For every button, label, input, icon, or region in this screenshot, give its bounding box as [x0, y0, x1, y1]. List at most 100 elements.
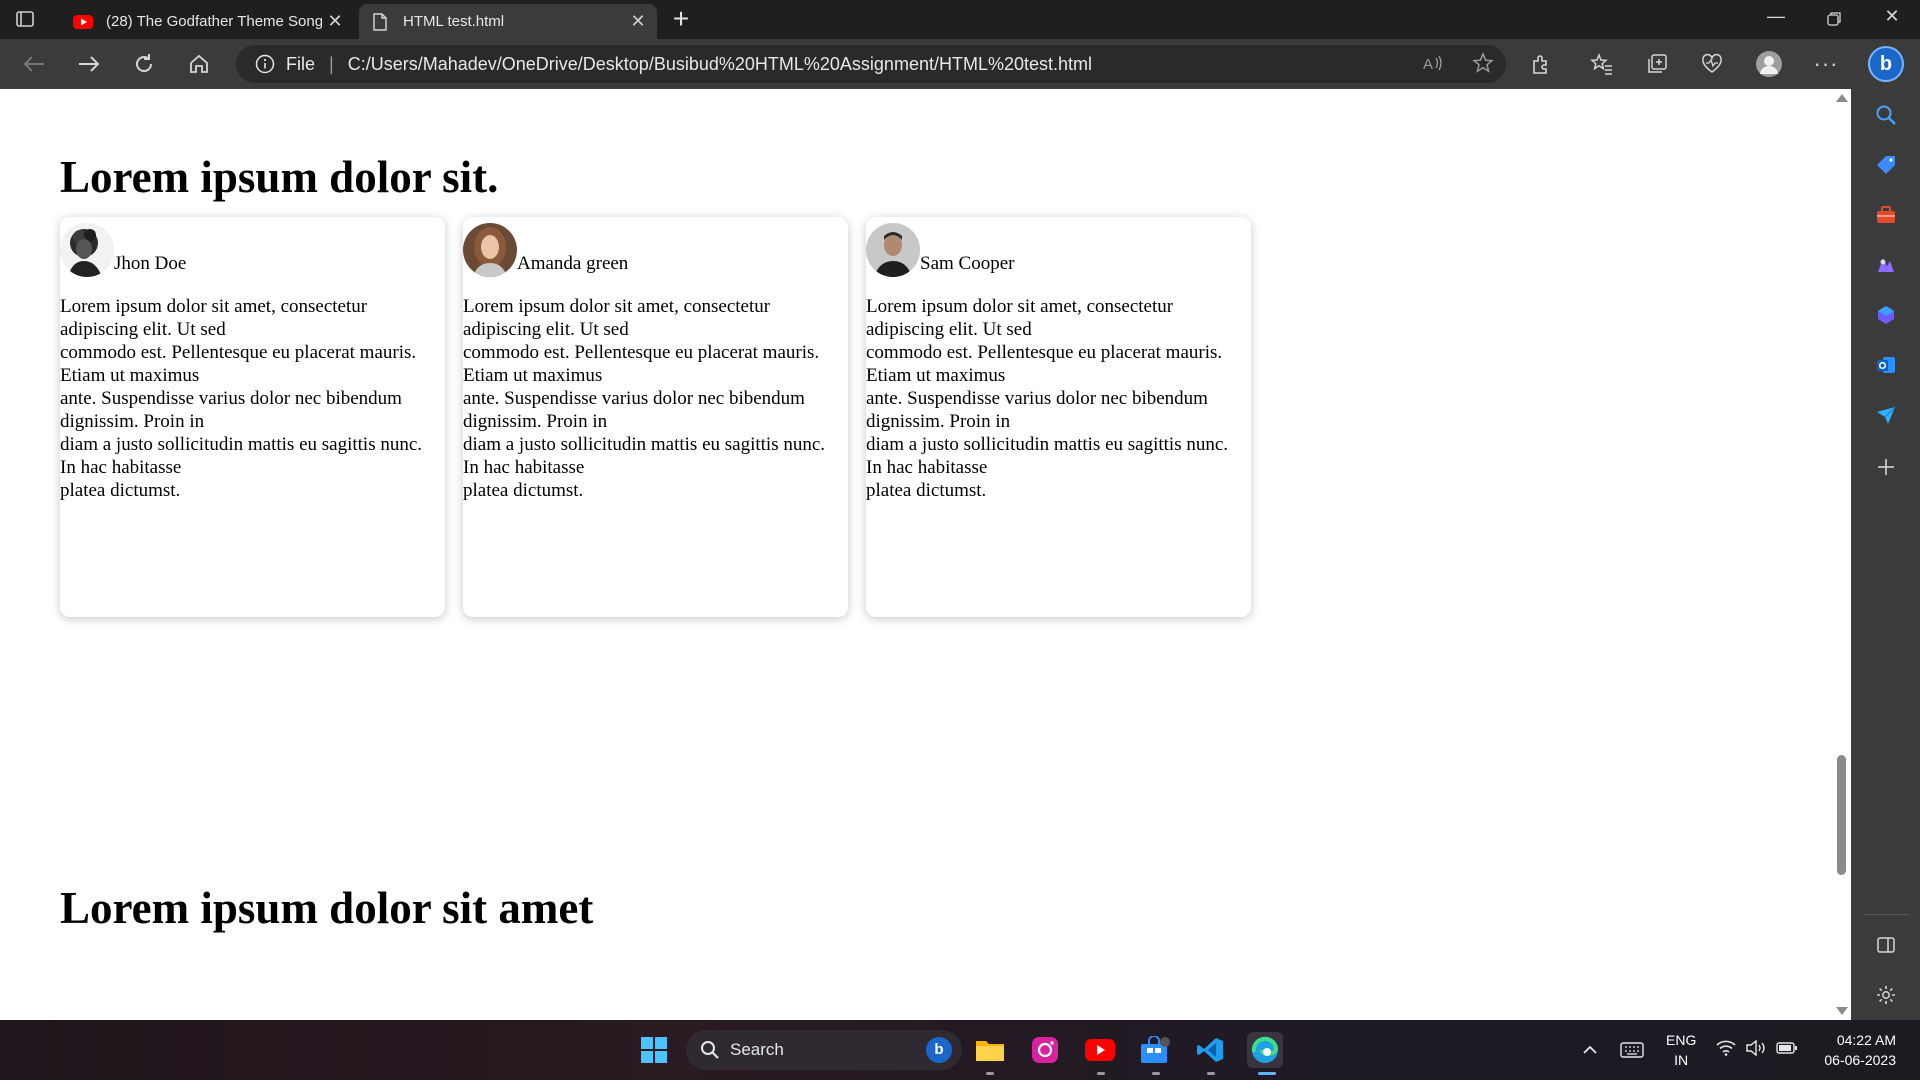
card-name: Sam Cooper: [920, 253, 1015, 274]
windows-start-icon[interactable]: [636, 1032, 672, 1068]
battery-icon: [1776, 1041, 1798, 1060]
profile-card: Sam Cooper Lorem ipsum dolor sit amet, c…: [866, 217, 1251, 617]
card-text-line: Etiam ut maximus: [866, 365, 1006, 386]
card-text-line: dignissim. Proin in: [463, 411, 608, 432]
tab-html-test[interactable]: HTML test.html ✕: [359, 4, 657, 39]
read-aloud-icon[interactable]: A: [1422, 52, 1444, 79]
microsoft-store-icon[interactable]: [1137, 1032, 1173, 1068]
favorites-icon[interactable]: [1586, 49, 1618, 79]
profile-avatar[interactable]: [1753, 49, 1785, 79]
collections-icon[interactable]: [1641, 49, 1673, 79]
file-explorer-icon[interactable]: [972, 1032, 1008, 1068]
running-indicator: [986, 1072, 994, 1075]
card-text-line: Lorem ipsum dolor sit amet, consectetur: [60, 296, 368, 317]
address-bar-actions: A: [1422, 52, 1494, 79]
card-body: Lorem ipsum dolor sit amet, consectetur …: [463, 295, 848, 502]
card-text-line: diam a justo sollicitudin mattis eu sagi…: [866, 434, 1229, 455]
outlook-icon[interactable]: [1873, 352, 1899, 378]
show-hidden-icons-chevron-icon[interactable]: [1582, 1020, 1598, 1080]
send-icon[interactable]: [1873, 402, 1899, 428]
tools-icon[interactable]: [1873, 202, 1899, 228]
bing-icon[interactable]: b: [926, 1037, 952, 1063]
card-text-line: diam a justo sollicitudin mattis eu sagi…: [60, 434, 423, 455]
profile-card: Amanda green Lorem ipsum dolor sit amet,…: [463, 217, 848, 617]
system-clock[interactable]: 04:22 AM 06-06-2023: [1824, 1030, 1896, 1070]
tab-youtube[interactable]: (28) The Godfather Theme Song ✕: [62, 4, 354, 39]
volume-icon: [1746, 1039, 1766, 1061]
wifi-icon: [1716, 1040, 1736, 1061]
card-text-line: Lorem ipsum dolor sit amet, consectetur: [866, 296, 1174, 317]
shopping-tag-icon[interactable]: [1873, 152, 1899, 178]
scheme-label: File: [286, 53, 316, 74]
hide-sidebar-icon[interactable]: [1873, 932, 1899, 958]
card-text-line: platea dictumst.: [463, 480, 584, 501]
restore-button[interactable]: [1814, 6, 1854, 34]
card-text-line: commodo est. Pellentesque eu placerat ma…: [60, 342, 417, 363]
minimize-button[interactable]: —: [1756, 6, 1796, 34]
running-indicator: [1097, 1072, 1105, 1075]
settings-gear-icon[interactable]: [1873, 982, 1899, 1008]
card-text-line: ante. Suspendisse varius dolor nec biben…: [866, 388, 1208, 409]
card-text-line: platea dictumst.: [866, 480, 987, 501]
search-icon[interactable]: [1873, 102, 1899, 128]
page-heading-2: Lorem ipsum dolor sit amet: [60, 883, 594, 933]
info-icon[interactable]: [254, 53, 276, 75]
taskbar-search-box[interactable]: Search b: [686, 1030, 962, 1070]
card-text-line: dignissim. Proin in: [866, 411, 1011, 432]
instagram-icon[interactable]: [1027, 1032, 1063, 1068]
edge-browser-icon[interactable]: [1247, 1032, 1283, 1068]
favorite-star-icon[interactable]: [1472, 52, 1494, 79]
card-body: Lorem ipsum dolor sit amet, consectetur …: [60, 295, 445, 502]
card-text-line: diam a justo sollicitudin mattis eu sagi…: [463, 434, 826, 455]
card-name: Amanda green: [517, 253, 629, 274]
system-tray-status[interactable]: [1716, 1020, 1798, 1080]
browser-essentials-icon[interactable]: [1696, 49, 1728, 79]
sidebar-divider: [1863, 914, 1909, 915]
tab-actions-icon[interactable]: [14, 8, 38, 32]
card-text-line: In hac habitasse: [60, 457, 182, 478]
scroll-up-arrow-icon[interactable]: [1836, 94, 1848, 102]
card-text-line: commodo est. Pellentesque eu placerat ma…: [463, 342, 820, 363]
card-text-line: adipiscing elit. Ut sed: [60, 319, 226, 340]
card-name: Jhon Doe: [114, 253, 187, 274]
region-code: IN: [1674, 1052, 1689, 1068]
add-icon[interactable]: [1873, 454, 1899, 480]
card-text-line: adipiscing elit. Ut sed: [463, 319, 629, 340]
card-text-line: dignissim. Proin in: [60, 411, 205, 432]
url-text[interactable]: C:/Users/Mahadev/OneDrive/Desktop/Busibu…: [348, 54, 1092, 75]
new-tab-button[interactable]: +: [666, 5, 696, 35]
extensions-icon[interactable]: [1525, 49, 1557, 79]
card-text-line: In hac habitasse: [866, 457, 988, 478]
vscode-icon[interactable]: [1192, 1032, 1228, 1068]
scrollbar-thumb[interactable]: [1837, 755, 1846, 875]
card-text-line: commodo est. Pellentesque eu placerat ma…: [866, 342, 1223, 363]
input-language-indicator[interactable]: ENG IN: [1666, 1030, 1696, 1070]
page-scrollbar[interactable]: [1832, 89, 1851, 1020]
svg-text:A: A: [1423, 56, 1433, 73]
back-button[interactable]: [18, 49, 50, 79]
clock-date: 06-06-2023: [1824, 1052, 1896, 1068]
refresh-button[interactable]: [128, 49, 160, 79]
address-bar[interactable]: File | C:/Users/Mahadev/OneDrive/Desktop…: [236, 45, 1506, 83]
language-code: ENG: [1666, 1032, 1697, 1048]
close-window-button[interactable]: ✕: [1872, 6, 1912, 34]
home-button[interactable]: [183, 49, 215, 79]
card-text-line: Lorem ipsum dolor sit amet, consectetur: [463, 296, 771, 317]
games-icon[interactable]: [1873, 252, 1899, 278]
tab-title: (28) The Godfather Theme Song: [106, 13, 322, 30]
microsoft-365-icon[interactable]: [1873, 302, 1899, 328]
touch-keyboard-icon[interactable]: [1620, 1020, 1644, 1080]
windows-taskbar: Search b ENG IN 04:22 AM 06-06-2023: [0, 1020, 1920, 1080]
close-tab-icon[interactable]: ✕: [322, 11, 348, 32]
more-options-icon[interactable]: ···: [1810, 49, 1842, 79]
card-text-line: adipiscing elit. Ut sed: [866, 319, 1032, 340]
scroll-down-arrow-icon[interactable]: [1836, 1007, 1848, 1015]
forward-button[interactable]: [73, 49, 105, 79]
avatar: [60, 223, 114, 277]
avatar: [463, 223, 517, 277]
youtube-icon[interactable]: [1082, 1032, 1118, 1068]
card-text-line: Etiam ut maximus: [60, 365, 200, 386]
tab-title: HTML test.html: [403, 13, 505, 30]
bing-copilot-icon[interactable]: b: [1868, 46, 1904, 82]
close-tab-icon[interactable]: ✕: [625, 11, 651, 32]
